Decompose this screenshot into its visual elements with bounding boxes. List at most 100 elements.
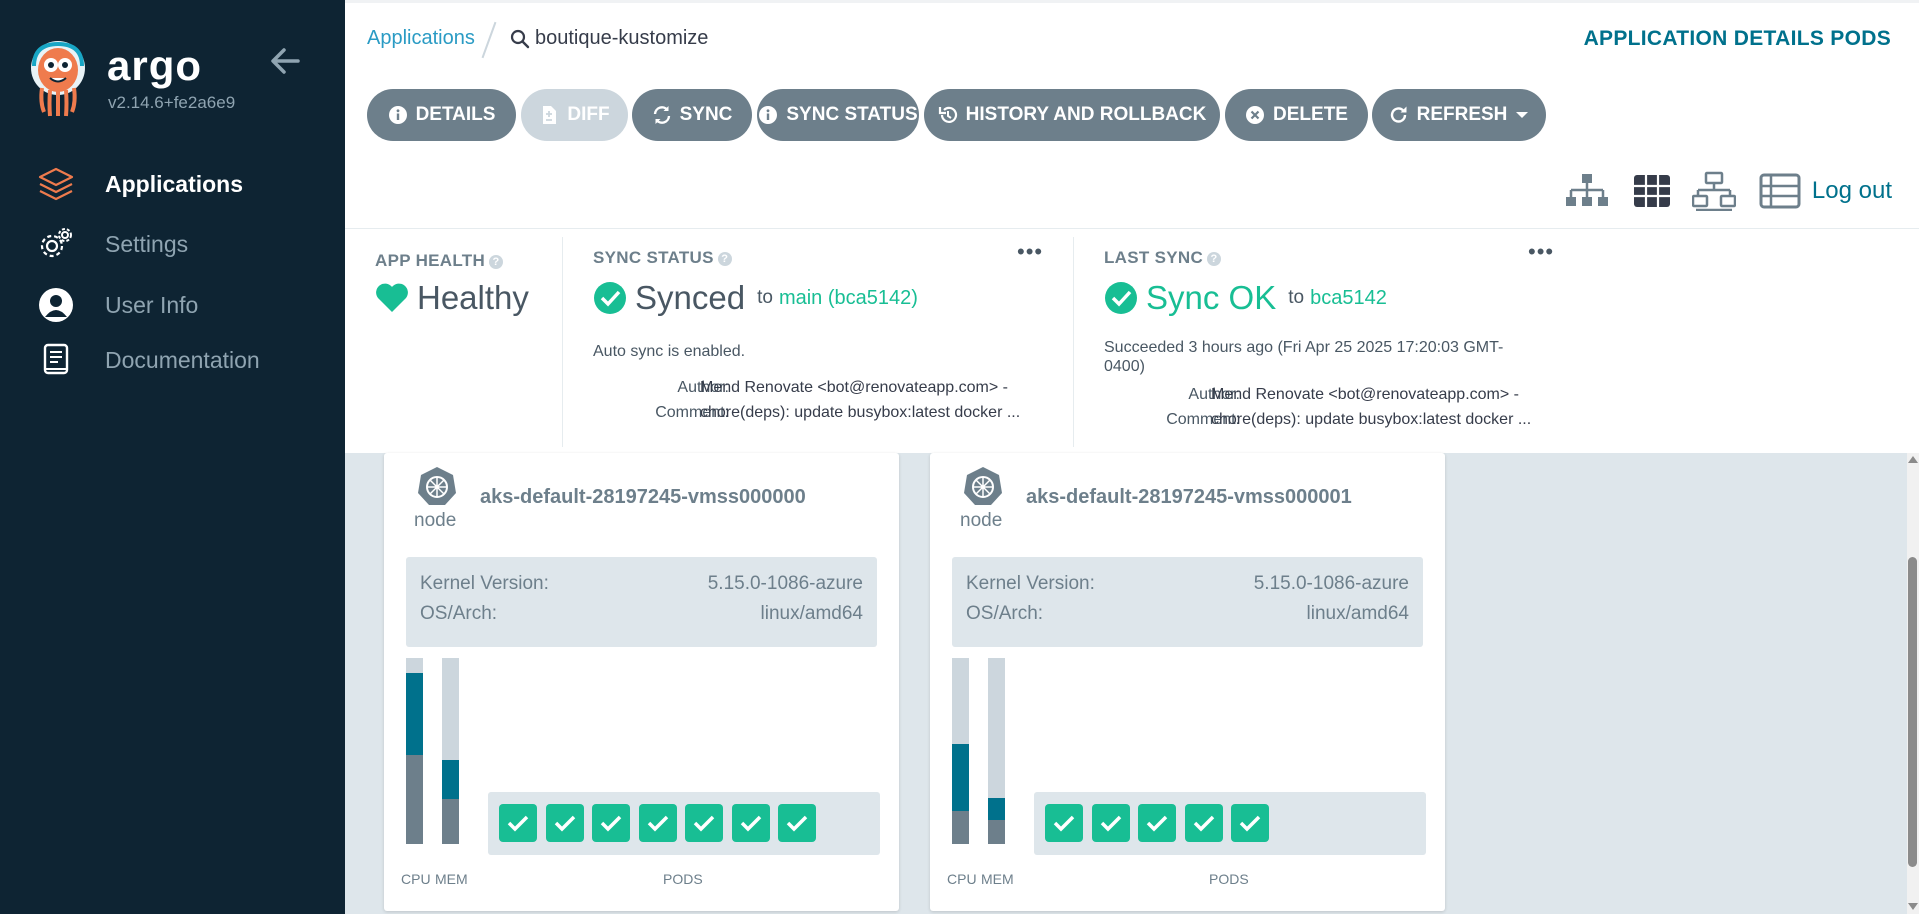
node-name[interactable]: aks-default-28197245-vmss000001 (1026, 486, 1352, 509)
mem-bar[interactable] (988, 658, 1005, 844)
pod-status-square[interactable] (499, 804, 537, 842)
auto-sync-text: Auto sync is enabled. (593, 343, 746, 360)
tree-view-icon[interactable] (1565, 171, 1609, 211)
breadcrumb-applications-link[interactable]: Applications (367, 27, 475, 50)
sync-status-button[interactable]: SYNC STATUS (757, 89, 919, 141)
help-icon[interactable]: ? (717, 251, 732, 266)
sync-comment-value[interactable]: chore(deps): update busybox:latest docke… (700, 404, 1040, 422)
node-card[interactable]: node aks-default-28197245-vmss000001 Ker… (930, 453, 1445, 911)
collapse-sidebar-icon[interactable] (268, 45, 304, 77)
last-sync-revision-link[interactable]: bca5142 (1310, 287, 1387, 310)
refresh-button[interactable]: REFRESH (1372, 89, 1546, 141)
sync-author-value: Mend Renovate <bot@renovateapp.com> - (700, 379, 1008, 396)
os-arch-value: linux/amd64 (760, 603, 863, 624)
pod-status-square[interactable] (778, 804, 816, 842)
mem-bar[interactable] (442, 658, 459, 844)
kernel-version-value: 5.15.0-1086-azure (1253, 573, 1409, 594)
argo-mascot-logo[interactable] (28, 40, 88, 118)
sidebar-item-label: Settings (105, 230, 189, 257)
pod-status-square[interactable] (545, 804, 584, 842)
check-icon (1193, 815, 1214, 832)
check-icon (647, 815, 668, 832)
last-sync-title: LAST SYNC? (1104, 248, 1222, 268)
pod-status-square[interactable] (638, 804, 677, 842)
sync-icon (653, 106, 670, 124)
last-sync-more-menu[interactable]: ••• (1528, 239, 1554, 265)
sync-status-title: SYNC STATUS? (593, 248, 732, 268)
book-icon (36, 340, 76, 380)
search-icon[interactable] (510, 29, 530, 49)
sidebar-item-user-info[interactable]: User Info (36, 283, 326, 327)
times-circle-icon (1246, 106, 1265, 124)
sync-status-title-text: SYNC STATUS (593, 248, 714, 267)
os-arch-value: linux/amd64 (1306, 603, 1409, 624)
pod-status-square[interactable] (1231, 804, 1269, 842)
mem-usage-segment (988, 820, 1005, 844)
kernel-version-label: Kernel Version: (420, 573, 549, 594)
list-view-icon[interactable] (1758, 171, 1802, 211)
network-view-icon[interactable] (1692, 171, 1736, 211)
details-button[interactable]: DETAILS (367, 89, 516, 141)
gear-icon (36, 224, 76, 264)
kernel-version-label: Kernel Version: (966, 573, 1095, 594)
app-health-title-text: APP HEALTH (375, 251, 486, 270)
scroll-down-arrow-icon[interactable] (1908, 903, 1918, 910)
top-bar: Applications boutique-kustomize APPLICAT… (345, 0, 1919, 81)
last-sync-value: Sync OK (1146, 279, 1277, 316)
last-sync-title-text: LAST SYNC (1104, 248, 1204, 267)
check-icon (1053, 815, 1075, 832)
pod-status-square[interactable] (1184, 804, 1223, 842)
sync-revision-link[interactable]: main (bca5142) (779, 287, 918, 310)
sidebar-item-documentation[interactable]: Documentation (36, 338, 326, 382)
info-icon (759, 106, 778, 124)
sidebar-item-label: User Info (105, 291, 199, 318)
pods-grid-view-icon[interactable] (1630, 171, 1674, 211)
sync-button-label: SYNC (679, 104, 733, 125)
help-icon[interactable]: ? (489, 254, 504, 269)
last-sync-succeeded-text: Succeeded 3 hours ago (Fri Apr 25 2025 1… (1104, 339, 1504, 375)
breadcrumb-current-app[interactable]: boutique-kustomize (535, 27, 708, 50)
node-kind-label: node (960, 510, 1003, 531)
version-label: v2.14.6+fe2a6e9 (108, 93, 236, 112)
sidebar-item-applications[interactable]: Applications (36, 162, 326, 206)
pod-status-square[interactable] (592, 804, 630, 842)
diff-button-label: DIFF (567, 104, 610, 125)
diff-button[interactable]: DIFF (521, 89, 628, 141)
scrollbar-thumb[interactable] (1908, 557, 1917, 867)
pod-status-square[interactable] (1091, 804, 1130, 842)
last-sync-comment-value[interactable]: chore(deps): update busybox:latest docke… (1211, 411, 1551, 429)
sidebar-item-settings[interactable]: Settings (36, 222, 326, 266)
os-arch-label: OS/Arch: (420, 603, 498, 624)
pods-box (488, 792, 880, 855)
pod-status-square[interactable] (731, 804, 770, 842)
pods-label: PODS (663, 871, 703, 887)
sync-to-label: to (757, 287, 773, 308)
check-circle-icon (594, 282, 626, 314)
cpu-bar[interactable] (406, 658, 423, 844)
logout-link[interactable]: Log out (1812, 177, 1892, 205)
cpu-bar[interactable] (952, 658, 969, 844)
last-sync-value-row: Sync OK to bca5142 (1104, 279, 1387, 317)
status-panel: APP HEALTH? Healthy SYNC STATUS? ••• Syn… (345, 228, 1919, 453)
redo-icon (1390, 106, 1407, 123)
sidebar-item-label: Applications (105, 170, 244, 197)
help-icon[interactable]: ? (1207, 251, 1222, 266)
pod-status-square[interactable] (685, 804, 723, 842)
sync-button[interactable]: SYNC (632, 89, 752, 141)
node-card[interactable]: node aks-default-28197245-vmss000000 Ker… (384, 453, 899, 911)
caret-down-icon[interactable] (1515, 110, 1529, 120)
mem-usage-segment (442, 799, 459, 844)
history-icon (938, 106, 957, 123)
check-icon (1146, 815, 1168, 832)
history-and-rollback-button[interactable]: HISTORY AND ROLLBACK (924, 89, 1220, 141)
history-button-label: HISTORY AND ROLLBACK (965, 104, 1207, 125)
pod-status-square[interactable] (1045, 804, 1083, 842)
heart-icon (376, 283, 408, 312)
check-icon (1239, 815, 1261, 832)
sync-status-more-menu[interactable]: ••• (1017, 239, 1043, 265)
pod-status-square[interactable] (1138, 804, 1176, 842)
scroll-up-arrow-icon[interactable] (1908, 456, 1918, 463)
node-name[interactable]: aks-default-28197245-vmss000000 (480, 486, 806, 509)
delete-button[interactable]: DELETE (1225, 89, 1368, 141)
mem-requests-segment (988, 798, 1005, 820)
